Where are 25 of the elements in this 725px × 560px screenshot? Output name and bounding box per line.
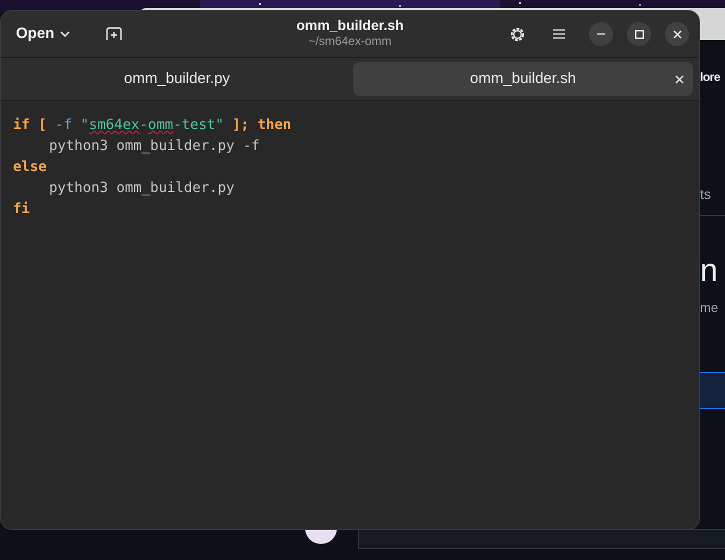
close-icon [672, 30, 682, 38]
file-tab[interactable]: omm_builder.py [7, 62, 347, 96]
new-tab-icon [106, 27, 122, 41]
maximize-icon [634, 30, 644, 38]
code-line: else [13, 158, 47, 177]
code-line: python3 omm_builder.py -f [48, 137, 260, 156]
page-text: lore [700, 69, 720, 86]
code-line: python3 omm_builder.py [48, 179, 234, 198]
page-text: ts [700, 185, 711, 204]
menu-icon [553, 29, 565, 39]
page-text: me [700, 299, 718, 317]
window-title: omm_builder.sh [296, 17, 404, 34]
minimize-icon [597, 33, 605, 35]
maximize-button[interactable] [627, 22, 651, 46]
code-line: fi [13, 200, 30, 219]
open-button[interactable]: Open [9, 18, 78, 50]
settings-icon [508, 26, 526, 42]
minimize-button[interactable] [589, 22, 613, 46]
file-tab[interactable]: omm_builder.sh [353, 62, 693, 96]
caret-icon [60, 31, 70, 37]
close-tab-icon[interactable] [675, 74, 684, 84]
close-button[interactable] [665, 22, 689, 46]
page-text: n [700, 251, 718, 290]
code-line: if [ -f "sm64ex-omm-test" ]; then [13, 116, 292, 135]
window-subtitle: ~/sm64ex-omm [308, 34, 392, 49]
